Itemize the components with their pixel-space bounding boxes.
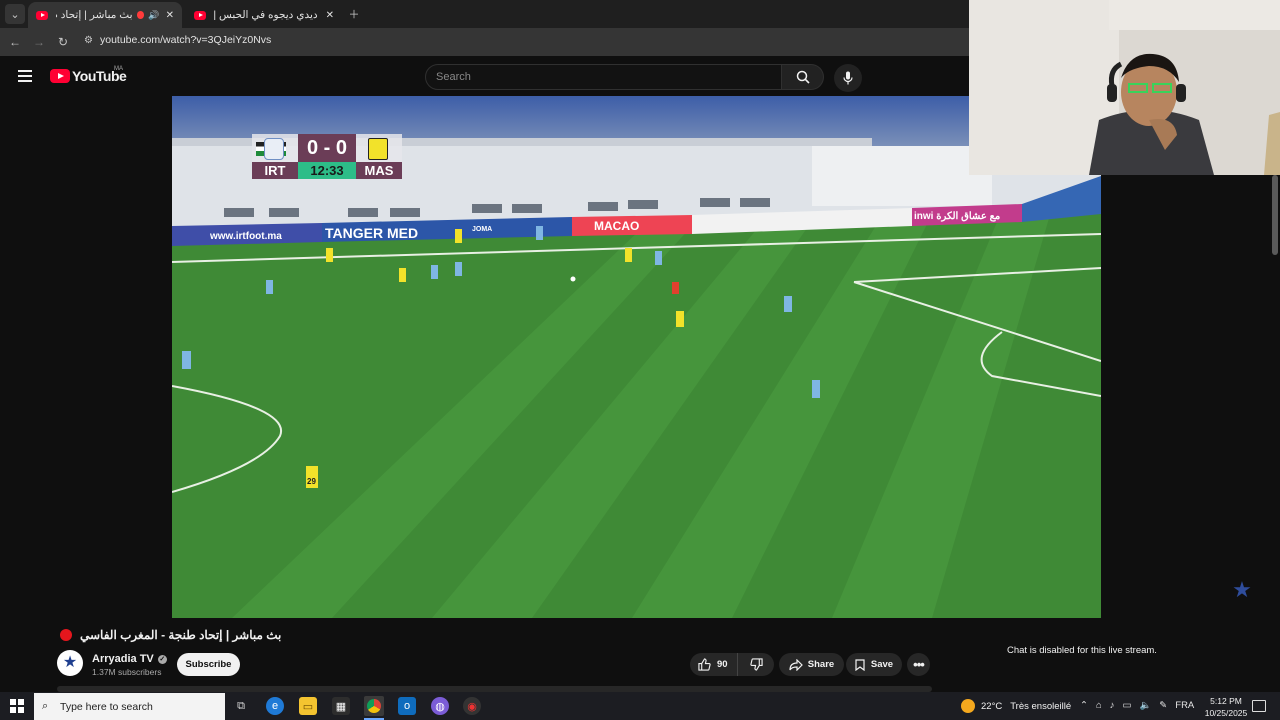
close-tab-icon[interactable]: ✕ bbox=[326, 10, 334, 21]
youtube-play-icon bbox=[50, 69, 70, 83]
ad-inwi: inwi مع عشاق الكرة bbox=[914, 211, 1000, 222]
video-player[interactable]: www.irtfoot.ma TANGER MED JOMA MACAO inw… bbox=[172, 96, 1101, 618]
time: 5:12 PM bbox=[1210, 696, 1242, 706]
chrome-icon[interactable] bbox=[364, 696, 384, 716]
mas-crest-icon bbox=[368, 138, 388, 160]
irt-crest-icon bbox=[264, 138, 284, 160]
page-scrollbar[interactable] bbox=[1272, 175, 1278, 255]
search-icon bbox=[796, 70, 810, 84]
save-label: Save bbox=[870, 659, 894, 670]
store-icon[interactable]: ▦ bbox=[332, 697, 350, 715]
bookmark-icon bbox=[855, 658, 865, 671]
weather-desc: Très ensoleillé bbox=[1010, 700, 1072, 712]
score: 0 - 0 bbox=[298, 134, 356, 162]
weather-temp: 22°C bbox=[981, 700, 1003, 712]
live-indicator-icon bbox=[60, 629, 72, 641]
share-label: Share bbox=[807, 659, 835, 670]
video-title: بث مباشر | إتحاد طنجة - المغرب الفاسي bbox=[80, 628, 282, 642]
file-explorer-icon[interactable]: ▭ bbox=[299, 697, 317, 715]
notification-icon[interactable] bbox=[1252, 700, 1266, 712]
match-clock: 12:33 bbox=[298, 162, 356, 179]
tab-other-video[interactable]: ديدي ديجوه في الحبس | بثث كال... ✕ bbox=[186, 2, 342, 28]
youtube-favicon-icon bbox=[36, 10, 48, 20]
weather-widget[interactable]: 22°C Très ensoleillé bbox=[961, 699, 1071, 713]
search-button[interactable] bbox=[782, 64, 824, 90]
share-button[interactable]: Share bbox=[779, 653, 844, 676]
country-code: MA bbox=[114, 66, 123, 72]
chevron-up-icon[interactable]: ⌃ bbox=[1080, 700, 1088, 711]
network-icon[interactable]: ▭ bbox=[1122, 700, 1131, 711]
ad-tanger-med: TANGER MED bbox=[325, 225, 418, 241]
url-field[interactable]: youtube.com/watch?v=3QJeiYz0Nvs bbox=[100, 34, 271, 46]
channel-name[interactable]: Arryadia TV bbox=[92, 653, 154, 665]
player-number: 29 bbox=[307, 477, 316, 486]
forward-icon[interactable]: → bbox=[30, 33, 48, 51]
tab-title: ديدي ديجوه في الحبس | بثث كال... bbox=[214, 9, 318, 21]
verified-icon: ✓ bbox=[157, 654, 167, 664]
mic-tray-icon[interactable]: ♪ bbox=[1110, 700, 1115, 711]
recording-icon bbox=[136, 11, 145, 19]
scoreboard: 0 - 0 IRT 12:33 MAS bbox=[252, 134, 402, 180]
taskbar-search-icon: ⌕ bbox=[42, 700, 49, 712]
ad-macao: MACAO bbox=[594, 219, 639, 233]
home-team: IRT bbox=[252, 162, 298, 179]
channel-watermark-icon: ★ bbox=[1232, 577, 1252, 602]
usb-icon[interactable]: ⌂ bbox=[1096, 700, 1102, 711]
volume-icon[interactable]: 🔈 bbox=[1139, 700, 1151, 711]
windows-start-icon[interactable] bbox=[10, 699, 24, 713]
streamer-webcam bbox=[969, 0, 1280, 175]
video-title-row: بث مباشر | إتحاد طنجة - المغرب الفاسي bbox=[60, 628, 281, 642]
taskbar-search-input[interactable]: Type here to search bbox=[34, 693, 225, 720]
tab-title: بث مباشر | إتحاد طنجة bbox=[56, 9, 133, 21]
search-input[interactable]: Search bbox=[425, 64, 782, 90]
date: 10/25/2025 bbox=[1204, 708, 1248, 718]
voice-search-button[interactable] bbox=[834, 64, 862, 92]
thumbs-down-icon bbox=[749, 658, 763, 671]
taskbar-clock[interactable]: 5:12 PM 10/25/2025 bbox=[1200, 695, 1252, 719]
microphone-icon bbox=[843, 71, 853, 85]
pen-icon[interactable]: ✎ bbox=[1159, 700, 1167, 711]
sun-icon bbox=[961, 699, 975, 713]
speaker-icon[interactable]: 🔊 bbox=[148, 10, 159, 21]
ad-irtfoot: www.irtfoot.ma bbox=[209, 231, 282, 242]
star-logo-icon: ★ bbox=[62, 654, 78, 671]
like-dislike-group: 90 bbox=[690, 653, 774, 676]
tab-search-icon[interactable]: ⌄ bbox=[5, 4, 25, 24]
away-team: MAS bbox=[356, 162, 402, 179]
webcam-overlay bbox=[969, 0, 1280, 175]
site-info-icon[interactable]: ⚙ bbox=[84, 35, 96, 47]
close-tab-icon[interactable]: ✕ bbox=[166, 10, 174, 21]
like-button[interactable]: 90 bbox=[690, 653, 738, 676]
subscriber-count: 1.37M subscribers bbox=[92, 667, 162, 677]
menu-icon[interactable] bbox=[18, 70, 32, 82]
system-tray: ⌃ ⌂ ♪ ▭ 🔈 ✎ FRA bbox=[1080, 700, 1194, 711]
app-icon[interactable]: ◍ bbox=[431, 697, 449, 715]
back-icon[interactable]: ← bbox=[6, 33, 24, 51]
chat-disabled-message: Chat is disabled for this live stream. bbox=[1007, 645, 1157, 656]
share-icon bbox=[789, 658, 803, 671]
dislike-button[interactable] bbox=[738, 658, 774, 671]
task-view-icon[interactable]: ⧉ bbox=[232, 697, 250, 715]
thumbs-up-icon bbox=[698, 658, 711, 671]
subscribe-button[interactable]: Subscribe bbox=[177, 653, 240, 676]
new-tab-icon[interactable]: ＋ bbox=[344, 4, 364, 24]
obs-icon[interactable]: ◉ bbox=[463, 697, 481, 715]
reload-icon[interactable]: ↻ bbox=[54, 33, 72, 51]
outlook-icon[interactable]: o bbox=[398, 697, 416, 715]
save-button[interactable]: Save bbox=[846, 653, 902, 676]
channel-name-row[interactable]: Arryadia TV ✓ bbox=[92, 653, 167, 665]
more-icon: ••• bbox=[913, 657, 925, 672]
tab-live-stream[interactable]: بث مباشر | إتحاد طنجة 🔊 ✕ bbox=[28, 2, 182, 28]
edge-icon[interactable]: e bbox=[266, 697, 284, 715]
youtube-favicon-icon bbox=[194, 10, 206, 20]
like-count: 90 bbox=[717, 659, 728, 670]
more-actions-button[interactable]: ••• bbox=[907, 653, 930, 676]
language-indicator[interactable]: FRA bbox=[1175, 700, 1194, 711]
channel-avatar[interactable]: ★ bbox=[57, 650, 83, 676]
ad-joma: JOMA bbox=[472, 226, 492, 233]
